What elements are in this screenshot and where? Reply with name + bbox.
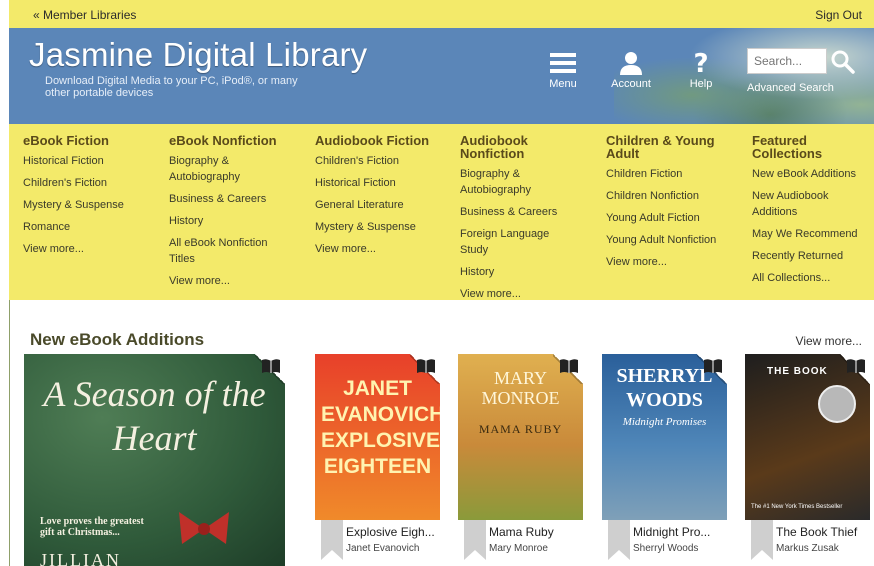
book-card[interactable]: JANET EVANOVICH EXPLOSIVE EIGHTEEN Explo… bbox=[315, 354, 440, 566]
sign-out-link[interactable]: Sign Out bbox=[815, 8, 862, 22]
help-label: Help bbox=[689, 78, 713, 90]
menu-link[interactable]: History bbox=[460, 264, 580, 280]
account-icon bbox=[601, 48, 661, 78]
book-card[interactable]: SHERRYL WOODS Midnight Promises Midnight… bbox=[602, 354, 727, 566]
cover-tagline: Love proves the greatest gift at Christm… bbox=[40, 516, 144, 538]
menu-link[interactable]: Romance bbox=[23, 219, 168, 235]
cover-title: THE BOOK bbox=[767, 366, 828, 377]
section-title: New eBook Additions bbox=[30, 330, 205, 349]
menu-column-audiobook-nonfiction: Audiobook Nonfiction Biography & Autobio… bbox=[460, 134, 580, 308]
all-collections-link[interactable]: All Collections... bbox=[752, 270, 874, 286]
menu-link[interactable]: General Literature bbox=[315, 197, 460, 213]
book-author[interactable]: Sherryl Woods bbox=[633, 543, 698, 554]
menu-link[interactable]: Young Adult Nonfiction bbox=[606, 232, 726, 248]
bookmark-icon[interactable] bbox=[703, 358, 723, 378]
cover-title: JANET EVANOVICH EXPLOSIVE EIGHTEEN bbox=[321, 377, 440, 478]
menu-heading[interactable]: Audiobook Nonfiction bbox=[460, 134, 580, 160]
menu-link[interactable]: Business & Careers bbox=[460, 204, 580, 220]
site-header: Jasmine Digital Library Download Digital… bbox=[9, 28, 874, 124]
book-author[interactable]: Janet Evanovich bbox=[346, 543, 419, 554]
book-title[interactable]: Mama Ruby bbox=[489, 525, 554, 539]
book-card[interactable]: MARY MONROE MAMA RUBY Mama Ruby Mary Mon… bbox=[458, 354, 583, 566]
bookmark-icon[interactable] bbox=[261, 358, 281, 378]
menu-link[interactable]: Children's Fiction bbox=[315, 153, 460, 169]
cover-title: A Season of the Heart bbox=[43, 374, 266, 458]
cover-subtitle: The #1 New York Times Bestseller bbox=[751, 504, 843, 510]
menu-label: Menu bbox=[549, 78, 577, 90]
menu-link[interactable]: Recently Returned bbox=[752, 248, 874, 264]
bookmark-icon[interactable] bbox=[846, 358, 866, 378]
library-logo[interactable]: Jasmine Digital Library bbox=[29, 36, 367, 74]
menu-column-featured-collections: Featured Collections New eBook Additions… bbox=[752, 134, 874, 292]
svg-text:?: ? bbox=[693, 50, 708, 76]
menu-link[interactable]: History bbox=[169, 213, 279, 229]
menu-link[interactable]: May We Recommend bbox=[752, 226, 874, 242]
menu-heading[interactable]: Children & Young Adult bbox=[606, 134, 726, 160]
bookmark-icon[interactable] bbox=[416, 358, 436, 378]
menu-button[interactable]: Menu bbox=[533, 48, 593, 90]
header-tagline: Download Digital Media to your PC, iPod®… bbox=[45, 75, 298, 99]
bookmark-icon[interactable] bbox=[559, 358, 579, 378]
account-button[interactable]: Account bbox=[601, 48, 661, 90]
ribbon-bow-graphic bbox=[179, 512, 229, 544]
menu-link[interactable]: Young Adult Fiction bbox=[606, 210, 726, 226]
view-more-link[interactable]: View more... bbox=[315, 241, 460, 257]
menu-column-children-young-adult: Children & Young Adult Children Fiction … bbox=[606, 134, 726, 276]
help-button[interactable]: ? Help bbox=[671, 48, 731, 90]
category-menu: eBook Fiction Historical Fiction Childre… bbox=[9, 124, 874, 300]
view-more-link[interactable]: View more... bbox=[23, 241, 168, 257]
menu-link[interactable]: Historical Fiction bbox=[315, 175, 460, 191]
book-cover[interactable]: A Season of the Heart Love proves the gr… bbox=[24, 354, 285, 566]
menu-link[interactable]: Biography & Autobiography bbox=[460, 166, 580, 198]
menu-link[interactable]: Children's Fiction bbox=[23, 175, 168, 191]
section-view-more-link[interactable]: View more... bbox=[796, 334, 862, 348]
menu-heading[interactable]: Featured Collections bbox=[752, 134, 874, 160]
ribbon-icon bbox=[751, 520, 773, 560]
menu-icon bbox=[533, 48, 593, 78]
menu-link[interactable]: Mystery & Suspense bbox=[315, 219, 460, 235]
cover-subtitle: MAMA RUBY bbox=[478, 422, 563, 436]
account-label: Account bbox=[611, 78, 651, 90]
menu-heading[interactable]: Audiobook Fiction bbox=[315, 134, 460, 147]
book-card[interactable]: THE BOOK The #1 New York Times Bestselle… bbox=[745, 354, 870, 566]
menu-link[interactable]: Children Nonfiction bbox=[606, 188, 726, 204]
book-title[interactable]: The Book Thief bbox=[776, 525, 857, 539]
cover-subtitle: Midnight Promises bbox=[622, 416, 707, 428]
menu-link[interactable]: Foreign Language Study bbox=[460, 226, 580, 258]
menu-heading[interactable]: eBook Nonfiction bbox=[169, 134, 279, 147]
menu-column-audiobook-fiction: Audiobook Fiction Children's Fiction His… bbox=[315, 134, 460, 263]
book-author[interactable]: Mary Monroe bbox=[489, 543, 548, 554]
content-border bbox=[9, 300, 10, 566]
member-libraries-link[interactable]: « Member Libraries bbox=[33, 8, 136, 22]
menu-link[interactable]: Historical Fiction bbox=[23, 153, 168, 169]
book-card[interactable]: A Season of the Heart Love proves the gr… bbox=[24, 354, 285, 566]
view-more-link[interactable]: View more... bbox=[606, 254, 726, 270]
book-author[interactable]: Markus Zusak bbox=[776, 543, 839, 554]
ribbon-icon bbox=[608, 520, 630, 560]
book-title[interactable]: Midnight Pro... bbox=[633, 525, 710, 539]
cover-author-text: JILLIAN bbox=[40, 550, 121, 566]
view-more-link[interactable]: View more... bbox=[169, 273, 279, 289]
menu-column-ebook-fiction: eBook Fiction Historical Fiction Childre… bbox=[23, 134, 168, 263]
ribbon-icon bbox=[464, 520, 486, 560]
menu-link[interactable]: All eBook Nonfiction Titles bbox=[169, 235, 279, 267]
menu-link[interactable]: Biography & Autobiography bbox=[169, 153, 279, 185]
ribbon-icon bbox=[321, 520, 343, 560]
top-bar: « Member Libraries Sign Out bbox=[9, 0, 874, 28]
menu-heading[interactable]: eBook Fiction bbox=[23, 134, 168, 147]
search-input[interactable] bbox=[747, 48, 827, 74]
search-icon[interactable] bbox=[831, 50, 855, 78]
advanced-search-link[interactable]: Advanced Search bbox=[747, 82, 834, 94]
menu-link[interactable]: Business & Careers bbox=[169, 191, 279, 207]
menu-link[interactable]: New Audiobook Additions bbox=[752, 188, 874, 220]
menu-link[interactable]: Children Fiction bbox=[606, 166, 726, 182]
help-icon: ? bbox=[671, 48, 731, 78]
menu-link[interactable]: New eBook Additions bbox=[752, 166, 874, 182]
view-more-link[interactable]: View more... bbox=[460, 286, 580, 302]
award-seal-graphic bbox=[818, 385, 856, 423]
menu-column-ebook-nonfiction: eBook Nonfiction Biography & Autobiograp… bbox=[169, 134, 279, 295]
book-title[interactable]: Explosive Eigh... bbox=[346, 525, 435, 539]
menu-link[interactable]: Mystery & Suspense bbox=[23, 197, 168, 213]
